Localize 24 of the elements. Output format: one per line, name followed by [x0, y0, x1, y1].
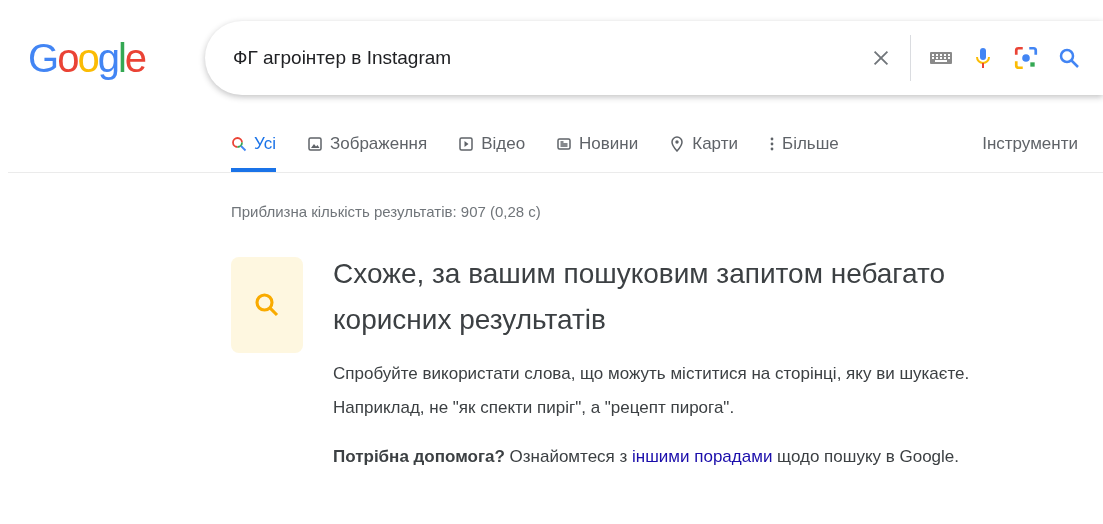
- search-tab[interactable]: Зображення: [306, 124, 428, 172]
- search-icon[interactable]: [1057, 46, 1081, 70]
- search-icon: [231, 136, 247, 152]
- search-input[interactable]: ФГ агроінтер в Instagram: [231, 46, 852, 70]
- search-tab[interactable]: Усі: [231, 124, 276, 172]
- notice-heading: Схоже, за вашим пошуковим запитом небагато корисних результатів: [333, 257, 946, 337]
- search-tab[interactable]: Відео: [458, 124, 526, 172]
- news-icon: [556, 136, 573, 152]
- keyboard-icon[interactable]: [929, 50, 953, 66]
- tips-link[interactable]: іншими порадами: [632, 447, 773, 466]
- play-icon: [458, 136, 475, 152]
- tools-button[interactable]: Інструменти: [982, 134, 1078, 172]
- search-tip-icon: [231, 257, 303, 353]
- result-stats: Приблизна кількість результатів: 907 (0,28 с): [231, 203, 542, 220]
- image-icon: [306, 136, 323, 152]
- help-text: Потрібна допомога? Ознайомтеся з іншими порадами щодо пошуку в Google.: [333, 447, 961, 467]
- more-icon: [769, 136, 775, 152]
- tip-text: Спробуйте використати слова, що можуть міститися на сторінці, яку ви шукаєте. Наприклад, не "як спекти пиріг", а "рецепт пирога".: [333, 363, 971, 419]
- google-logo[interactable]: Google: [28, 38, 148, 78]
- map-pin-icon: [669, 136, 686, 152]
- search-tab[interactable]: Карти: [669, 124, 738, 172]
- search-tab[interactable]: Більше: [769, 124, 839, 172]
- search-tab[interactable]: Новини: [556, 124, 639, 172]
- camera-icon[interactable]: [1013, 45, 1039, 71]
